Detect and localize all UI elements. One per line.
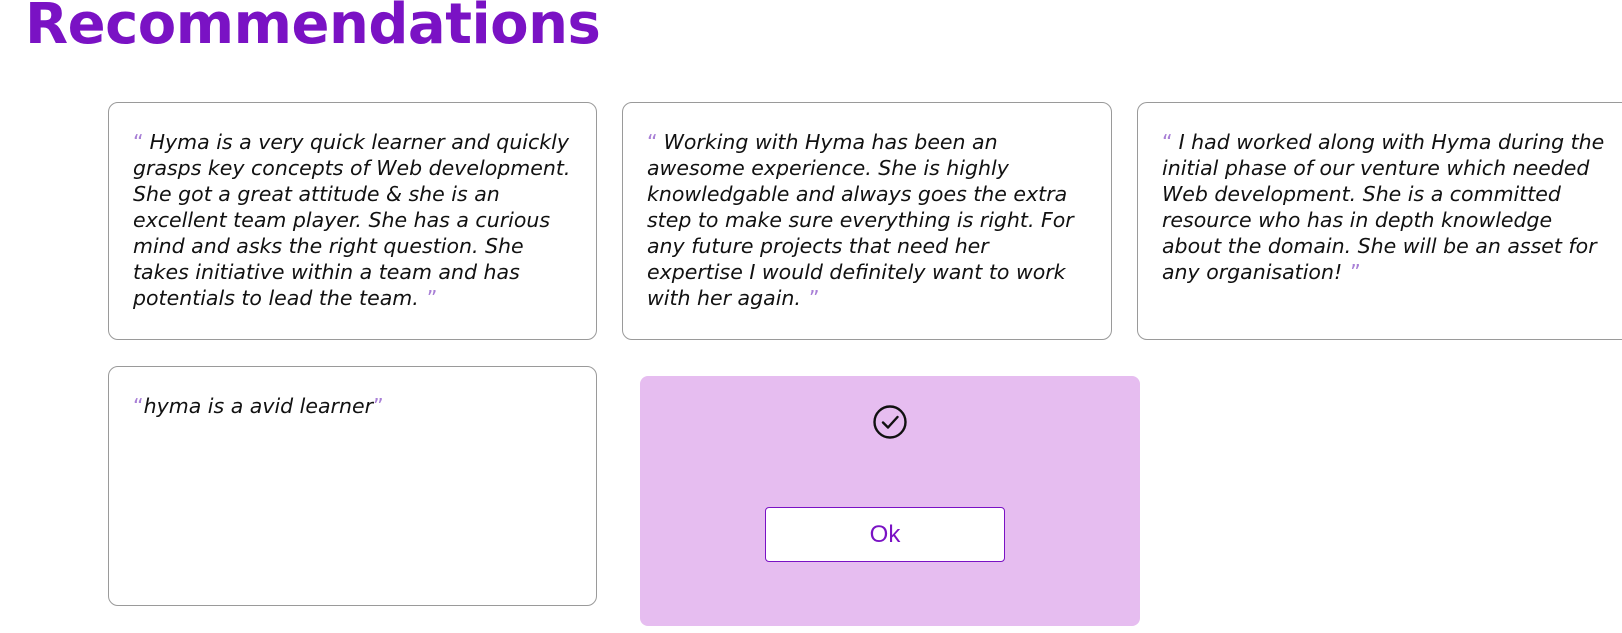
recommendation-text: I had worked along with Hyma during the … bbox=[1162, 130, 1605, 284]
recommendation-card: “Hyma is a very quick learner and quickl… bbox=[108, 102, 597, 340]
page: Recommendations “Hyma is a very quick le… bbox=[0, 0, 1622, 633]
close-quote-mark: ” bbox=[808, 286, 820, 310]
open-quote-mark: “ bbox=[133, 130, 144, 154]
recommendation-text: Hyma is a very quick learner and quickly… bbox=[133, 130, 571, 310]
check-circle-icon bbox=[873, 405, 907, 439]
recommendation-card: “Working with Hyma has been an awesome e… bbox=[622, 102, 1112, 340]
open-quote-mark: “ bbox=[647, 130, 658, 154]
recommendation-text: hyma is a avid learner bbox=[143, 394, 374, 418]
open-quote-mark: “ bbox=[133, 394, 144, 418]
page-title: Recommendations bbox=[25, 0, 601, 57]
ok-button[interactable]: Ok bbox=[765, 507, 1005, 562]
open-quote-mark: “ bbox=[1162, 130, 1173, 154]
close-quote-mark: ” bbox=[373, 394, 384, 418]
recommendation-card: “hyma is a avid learner” bbox=[108, 366, 597, 606]
recommendation-card: “I had worked along with Hyma during the… bbox=[1137, 102, 1622, 340]
recommendation-text: Working with Hyma has been an awesome ex… bbox=[647, 130, 1074, 310]
close-quote-mark: ” bbox=[426, 286, 438, 310]
success-dialog: Ok bbox=[640, 376, 1140, 626]
close-quote-mark: ” bbox=[1350, 260, 1361, 284]
